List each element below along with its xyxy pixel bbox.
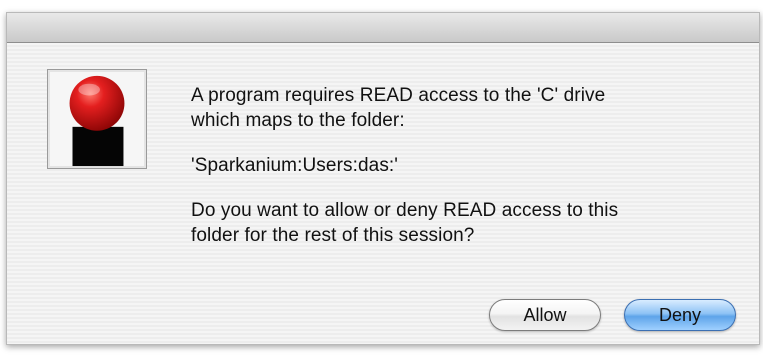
- question-line: folder for the rest of this session?: [191, 225, 475, 246]
- folder-path: 'Sparkanium:Users:das:': [191, 155, 399, 176]
- message-line: A program requires READ access to the 'C…: [191, 85, 606, 106]
- message-line: which maps to the folder:: [191, 110, 405, 131]
- dialog-message: A program requires READ access to the 'C…: [191, 83, 731, 248]
- permission-dialog: A program requires READ access to the 'C…: [6, 12, 760, 345]
- question-line: Do you want to allow or deny READ access…: [191, 200, 619, 221]
- dialog-titlebar[interactable]: [7, 13, 759, 43]
- allow-button[interactable]: Allow: [489, 299, 601, 331]
- deny-button[interactable]: Deny: [624, 299, 736, 331]
- red-ball-app-icon: [47, 69, 147, 169]
- screen: A program requires READ access to the 'C…: [0, 0, 763, 356]
